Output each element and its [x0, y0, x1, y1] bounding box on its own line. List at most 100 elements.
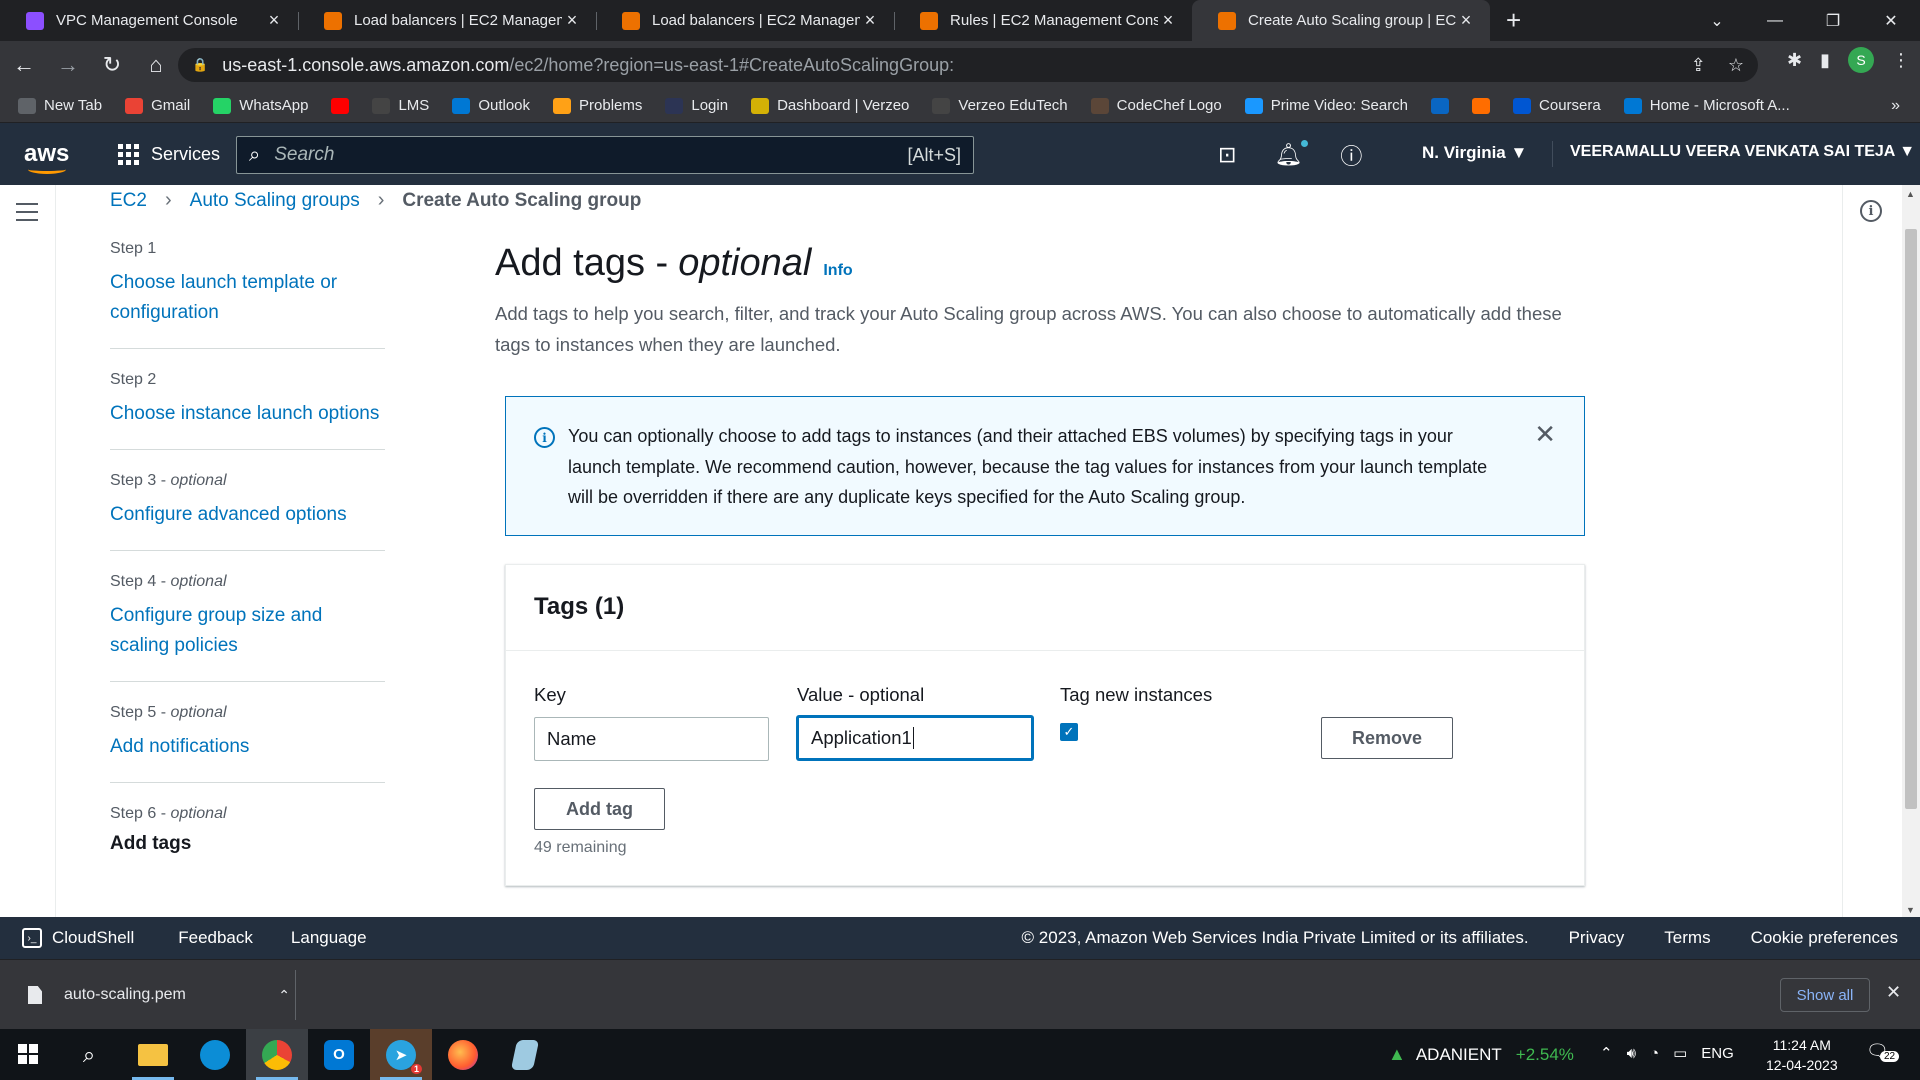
page-scrollbar[interactable]: ▲ ▼: [1902, 185, 1920, 917]
language-link[interactable]: Language: [291, 928, 367, 948]
step-link[interactable]: Choose launch template or configuration: [110, 268, 385, 328]
breadcrumb-auto-scaling-groups[interactable]: Auto Scaling groups: [190, 190, 360, 212]
notification-center-icon[interactable]: 🗨︎ 22: [1866, 1041, 1900, 1062]
wifi-icon[interactable]: ◔: [1650, 1045, 1659, 1062]
aws-search-input[interactable]: ⌕ Search [Alt+S]: [236, 136, 974, 174]
bookmark-item[interactable]: Dashboard | Verzeo: [751, 97, 909, 114]
battery-icon[interactable]: ▭: [1673, 1044, 1687, 1062]
step-link[interactable]: Choose instance launch options: [110, 399, 385, 429]
tab-close-icon[interactable]: ×: [562, 10, 582, 31]
download-item[interactable]: auto-scaling.pem ⌃: [28, 978, 290, 1012]
share-icon[interactable]: ⇪: [1691, 55, 1706, 76]
minimize-icon[interactable]: —: [1746, 0, 1804, 41]
notifications-bell-icon[interactable]: 🔔︎: [1274, 140, 1309, 168]
bookmark-item[interactable]: Home - Microsoft A...: [1623, 97, 1790, 114]
breadcrumb-ec2[interactable]: EC2: [110, 190, 147, 212]
tag-new-instances-checkbox[interactable]: ✓: [1060, 723, 1078, 741]
bookmark-item[interactable]: CodeChef Logo: [1090, 97, 1222, 114]
hamburger-menu-icon[interactable]: [16, 203, 38, 227]
telegram-icon[interactable]: ➤ 1: [370, 1029, 432, 1080]
reload-icon[interactable]: ↻: [92, 47, 132, 83]
cloudshell-icon[interactable]: ⊡: [1218, 142, 1236, 168]
show-all-button[interactable]: Show all: [1780, 978, 1870, 1012]
outlook-icon[interactable]: O: [308, 1029, 370, 1080]
restore-icon[interactable]: ❐: [1804, 0, 1862, 41]
tag-value-input[interactable]: Application1: [797, 716, 1033, 760]
browser-tab-2[interactable]: Load balancers | EC2 Management Console×: [298, 0, 596, 41]
bookmark-item[interactable]: Coursera: [1513, 97, 1601, 114]
volume-icon[interactable]: 🔊︎: [1627, 1045, 1636, 1062]
bookmark-item[interactable]: Gmail: [125, 97, 190, 114]
address-bar[interactable]: 🔒 us-east-1.console.aws.amazon.com/ec2/h…: [178, 48, 1758, 82]
edge-icon[interactable]: [184, 1029, 246, 1080]
bookmark-item[interactable]: New Tab: [18, 97, 102, 114]
region-selector[interactable]: N. Virginia ▼: [1422, 143, 1527, 163]
services-menu-button[interactable]: Services: [118, 143, 220, 165]
terms-link[interactable]: Terms: [1664, 928, 1710, 948]
home-icon[interactable]: ⌂: [136, 47, 176, 83]
aws-logo[interactable]: aws: [24, 140, 76, 174]
bookmark-item[interactable]: Problems: [553, 97, 642, 114]
side-panel-icon[interactable]: ▮: [1820, 50, 1830, 71]
stock-widget[interactable]: ▲ ADANIENT +2.54%: [1388, 1044, 1574, 1065]
cookie-preferences-link[interactable]: Cookie preferences: [1751, 928, 1898, 948]
lock-icon[interactable]: 🔒: [192, 57, 208, 73]
bookmark-item[interactable]: [1472, 97, 1491, 114]
tray-overflow-icon[interactable]: ⌃: [1600, 1044, 1613, 1062]
bookmark-item[interactable]: Verzeo EduTech: [932, 97, 1068, 114]
step-link[interactable]: Add notifications: [110, 732, 385, 762]
tab-close-icon[interactable]: ×: [264, 10, 284, 31]
cloudshell-button[interactable]: ›_ CloudShell: [22, 928, 134, 948]
step-link[interactable]: Configure group size and scaling policie…: [110, 601, 385, 661]
step-link[interactable]: Configure advanced options: [110, 500, 385, 530]
taskbar-clock[interactable]: 11:24 AM 12-04-2023: [1766, 1035, 1838, 1075]
alert-close-icon[interactable]: ✕: [1534, 419, 1556, 450]
tab-close-icon[interactable]: ×: [860, 10, 880, 31]
browser-tab-4[interactable]: Rules | EC2 Management Console ×: [894, 0, 1192, 41]
bookmark-item[interactable]: Login: [665, 97, 728, 114]
add-tag-button[interactable]: Add tag: [534, 788, 665, 830]
bookmark-item[interactable]: [331, 97, 350, 114]
close-downloads-icon[interactable]: ✕: [1886, 982, 1901, 1003]
new-tab-button[interactable]: +: [1490, 0, 1537, 41]
feedback-link[interactable]: Feedback: [178, 928, 253, 948]
back-icon[interactable]: ←: [4, 47, 44, 83]
file-explorer-icon[interactable]: [122, 1029, 184, 1080]
bookmark-item[interactable]: Prime Video: Search: [1244, 97, 1408, 114]
scroll-up-arrow-icon[interactable]: ▲: [1906, 189, 1915, 199]
taskbar-search-icon[interactable]: ⌕: [58, 1029, 120, 1080]
extensions-icon[interactable]: ✱: [1787, 50, 1802, 71]
tab-close-icon[interactable]: ×: [1456, 10, 1476, 31]
bookmark-item[interactable]: Outlook: [452, 97, 530, 114]
scroll-down-arrow-icon[interactable]: ▼: [1906, 905, 1915, 915]
chevron-up-icon[interactable]: ⌃: [278, 987, 290, 1004]
scrollbar-thumb[interactable]: [1905, 229, 1917, 809]
notepad-icon[interactable]: [494, 1029, 556, 1080]
language-indicator[interactable]: ENG: [1701, 1045, 1734, 1062]
tab-close-icon[interactable]: ×: [1158, 10, 1178, 31]
step-number: Step 2: [110, 371, 385, 389]
bookmarks-overflow-icon[interactable]: »: [1891, 97, 1900, 115]
browser-tab-3[interactable]: Load balancers | EC2 Management Console×: [596, 0, 894, 41]
forward-icon[interactable]: →: [48, 47, 88, 83]
chrome-icon[interactable]: [246, 1029, 308, 1080]
info-link[interactable]: Info: [823, 262, 852, 280]
account-menu[interactable]: VEERAMALLU VEERA VENKATA SAI TEJA ▼: [1570, 143, 1915, 161]
bookmark-item[interactable]: WhatsApp: [213, 97, 308, 114]
bookmark-star-icon[interactable]: ☆: [1728, 55, 1744, 76]
tab-search-icon[interactable]: ⌄: [1688, 0, 1746, 41]
firefox-icon[interactable]: [432, 1029, 494, 1080]
menu-kebab-icon[interactable]: ⋮: [1892, 50, 1910, 71]
browser-tab-5[interactable]: Create Auto Scaling group | EC2 Manageme…: [1192, 0, 1490, 41]
bookmark-item[interactable]: LMS: [372, 97, 429, 114]
remove-tag-button[interactable]: Remove: [1321, 717, 1453, 759]
browser-tab-1[interactable]: VPC Management Console ×: [0, 0, 298, 41]
close-window-icon[interactable]: ✕: [1862, 0, 1920, 41]
help-icon[interactable]: ⓘ: [1340, 139, 1362, 171]
privacy-link[interactable]: Privacy: [1569, 928, 1625, 948]
bookmark-item[interactable]: [1431, 97, 1450, 114]
tag-key-input[interactable]: Name: [534, 717, 769, 761]
profile-avatar[interactable]: S: [1848, 47, 1874, 73]
info-panel-icon[interactable]: i: [1860, 200, 1882, 222]
windows-start-icon[interactable]: [18, 1044, 38, 1064]
